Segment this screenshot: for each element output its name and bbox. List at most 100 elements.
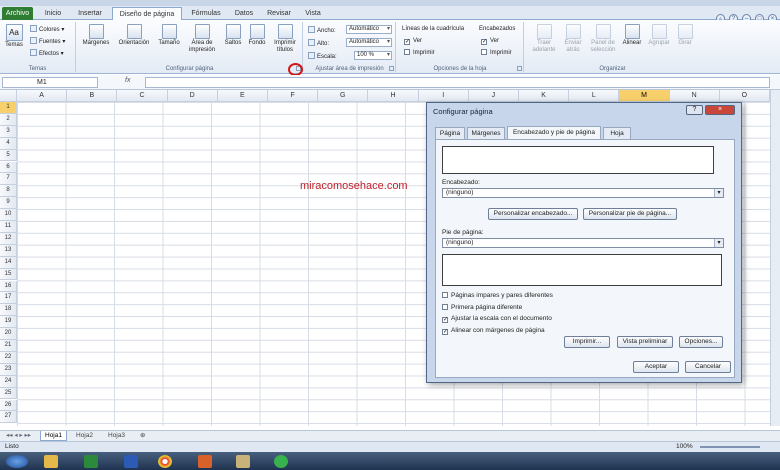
tab-datos[interactable]: Datos [230,7,258,20]
option-checkbox[interactable]: ✓ Ajustar la escala con el documento [442,315,552,323]
orientacion-button[interactable]: Orientación [114,24,154,47]
row-header[interactable]: 23 [0,363,17,376]
select-all-corner[interactable] [0,90,17,102]
row-header[interactable]: 17 [0,292,17,305]
tab-formulas[interactable]: Fórmulas [186,7,226,20]
girar-button[interactable]: Girar [674,24,696,47]
fuentes-button[interactable]: Fuentes ▾ [30,37,65,46]
opciones-button[interactable]: Opciones... [679,336,723,348]
tab-inicio[interactable]: Inicio [38,7,68,20]
row-header[interactable]: 24 [0,375,17,388]
panel-seleccion-button[interactable]: Panel de selección [588,24,618,54]
saltos-button[interactable]: Saltos [221,24,245,47]
encabezados-ver-checkbox[interactable]: ✓ Ver [481,37,499,45]
chrome-icon[interactable] [158,455,172,468]
alinear-button[interactable]: Alinear [620,24,644,47]
dialog-tab-hoja[interactable]: Hoja [603,127,631,139]
encabezados-imprimir-checkbox[interactable]: Imprimir [481,49,512,57]
sheet-nav-arrows[interactable]: ◂◂ ◂ ▸ ▸▸ [2,431,35,441]
fondo-button[interactable]: Fondo [246,24,268,47]
row-header[interactable]: 25 [0,387,17,400]
column-header[interactable]: B [67,90,118,102]
row-header[interactable]: 19 [0,316,17,329]
row-header[interactable]: 21 [0,340,17,352]
opciones-launcher-icon[interactable] [517,66,522,71]
enviar-atras-button[interactable]: Enviar atrás [560,24,586,54]
sheet-tab-hoja2[interactable]: Hoja2 [72,431,97,441]
area-impresion-button[interactable]: Área de impresión [184,24,220,54]
zoom-slider[interactable] [700,446,760,448]
personalizar-pie-button[interactable]: Personalizar pie de página... [583,208,677,220]
column-header[interactable]: C [117,90,168,102]
row-header[interactable]: 15 [0,268,17,281]
pie-pagina-select[interactable]: (ninguno) ▾ [442,238,724,248]
row-header[interactable]: 10 [0,209,17,221]
row-header[interactable]: 11 [0,221,17,233]
agrupar-button[interactable]: Agrupar [646,24,672,47]
column-header[interactable]: D [167,90,218,102]
row-header[interactable]: 13 [0,244,17,257]
dialog-tab-margenes[interactable]: Márgenes [467,127,505,139]
row-header[interactable]: 27 [0,411,17,424]
tab-diseno-pagina[interactable]: Diseño de página [112,7,182,21]
lineas-ver-checkbox[interactable]: ✓ Ver [404,37,422,45]
column-header[interactable]: N [669,90,720,102]
option-checkbox[interactable]: ✓ Alinear con márgenes de página [442,327,545,335]
column-header[interactable]: F [268,90,319,102]
insert-function-icon[interactable]: fx [125,77,130,84]
aceptar-button[interactable]: Aceptar [633,361,679,373]
word-icon[interactable] [124,455,138,468]
dialog-close-icon[interactable]: × [705,105,735,115]
sheet-tab-hoja1[interactable]: Hoja1 [40,431,67,441]
column-header[interactable]: G [318,90,369,102]
lineas-imprimir-checkbox[interactable]: Imprimir [404,49,435,57]
firefox-icon[interactable] [198,455,212,468]
start-button-icon[interactable] [6,455,28,468]
escala-spinner[interactable]: 100 % [354,51,392,60]
column-header[interactable]: K [519,90,570,102]
row-header[interactable]: 18 [0,304,17,317]
personalizar-encabezado-button[interactable]: Personalizar encabezado... [488,208,578,220]
excel-icon[interactable] [84,455,98,468]
row-header[interactable]: 2 [0,113,17,126]
column-header[interactable]: L [569,90,620,102]
row-header[interactable]: 8 [0,185,17,198]
sheet-tab-hoja3[interactable]: Hoja3 [104,431,129,441]
row-header[interactable]: 16 [0,280,17,293]
cancelar-button[interactable]: Cancelar [685,361,731,373]
row-header[interactable]: 4 [0,137,17,150]
column-header[interactable]: E [217,90,268,102]
colores-button[interactable]: Colores ▾ [30,25,64,34]
option-checkbox[interactable]: Páginas impares y pares diferentes [442,292,553,300]
formula-input[interactable] [145,77,770,88]
efectos-button[interactable]: Efectos ▾ [30,49,64,58]
column-header[interactable]: J [468,90,519,102]
row-header[interactable]: 26 [0,399,17,412]
encabezado-select[interactable]: (ninguno) ▾ [442,188,724,198]
ancho-select[interactable]: Automático [346,25,392,34]
dialog-tab-encabezado-pie[interactable]: Encabezado y pie de página [507,126,601,139]
row-header[interactable]: 14 [0,256,17,269]
option-checkbox[interactable]: Primera página diferente [442,303,522,312]
insert-sheet-icon[interactable]: ⊕ [136,431,149,441]
imprimir-button[interactable]: Imprimir... [564,336,610,348]
paint-icon[interactable] [236,455,250,468]
vertical-scrollbar[interactable] [770,90,780,426]
column-header[interactable]: I [418,90,469,102]
row-header[interactable]: 6 [0,161,17,174]
row-header[interactable]: 3 [0,125,17,138]
row-header[interactable]: 9 [0,197,17,210]
row-header[interactable]: 12 [0,232,17,245]
dialog-tab-pagina[interactable]: Página [435,127,465,139]
name-box[interactable]: M1 [2,77,98,88]
ajustar-launcher-icon[interactable] [389,66,394,71]
margenes-button[interactable]: Márgenes [79,24,113,47]
column-header[interactable]: M [619,90,670,102]
row-header[interactable]: 7 [0,173,17,186]
temas-button[interactable]: Aa Temas [3,24,25,49]
column-header[interactable]: H [368,90,419,102]
imprimir-titulos-button[interactable]: Imprimir títulos [269,24,301,54]
alto-select[interactable]: Automático [346,38,392,47]
tab-revisar[interactable]: Revisar [262,7,296,20]
row-header[interactable]: 22 [0,351,17,364]
